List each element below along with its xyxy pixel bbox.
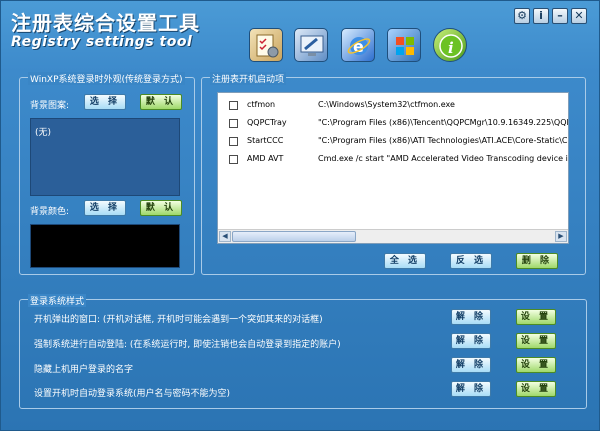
bg-color-select-button[interactable]: 选 择 <box>84 200 126 216</box>
ie-browser-icon[interactable]: e <box>341 28 375 62</box>
startup-name: StartCCC <box>247 136 284 145</box>
bg-color-preview[interactable] <box>30 224 180 268</box>
startup-name: ctfmon <box>247 100 276 109</box>
select-all-button[interactable]: 全 选 <box>384 253 426 269</box>
login-appearance-legend: WinXP系统登录时外观(传统登录方式) <box>28 72 185 85</box>
display-settings-icon[interactable] <box>294 28 328 62</box>
startup-items-group: 注册表开机启动项 ctfmon C:\Windows\System32\ctfm… <box>201 72 586 275</box>
set-button[interactable]: 设 置 <box>516 381 556 397</box>
bg-image-select-button[interactable]: 选 择 <box>84 94 126 110</box>
startup-command: "C:\Program Files (x86)\Tencent\QQPCMgr\… <box>318 118 569 127</box>
startup-list: ctfmon C:\Windows\System32\ctfmon.exe QQ… <box>217 92 569 244</box>
list-item[interactable]: AMD AVT Cmd.exe /c start "AMD Accelerate… <box>218 151 568 169</box>
windows-logo-icon[interactable] <box>387 28 421 62</box>
login-style-group: 登录系统样式 开机弹出的窗口: (开机对话框, 开机时可能会遇到一个突如其来的对… <box>19 294 587 409</box>
login-style-legend: 登录系统样式 <box>28 294 87 307</box>
startup-command: "C:\Program Files (x86)\ATI Technologies… <box>318 136 569 145</box>
delete-button[interactable]: 删 除 <box>516 253 558 269</box>
set-button[interactable]: 设 置 <box>516 333 556 349</box>
close-button[interactable]: ✕ <box>571 8 587 24</box>
login-style-row-label: 开机弹出的窗口: (开机对话框, 开机时可能会遇到一个突如其来的对话框) <box>34 315 323 325</box>
app-subtitle: Registry settings tool <box>11 34 193 50</box>
bg-color-default-button[interactable]: 默 认 <box>140 200 182 216</box>
minimize-button[interactable]: – <box>552 8 568 24</box>
settings-icon[interactable]: ⚙ <box>514 8 530 24</box>
main-window: 注册表综合设置工具 Registry settings tool e i ⚙ i… <box>0 0 600 431</box>
startup-checkbox[interactable] <box>229 119 238 128</box>
startup-checkbox[interactable] <box>229 101 238 110</box>
bg-color-label: 背景颜色: <box>30 207 70 217</box>
startup-command: Cmd.exe /c start "AMD Accelerated Video … <box>318 154 568 163</box>
invert-selection-button[interactable]: 反 选 <box>450 253 492 269</box>
scroll-left-icon[interactable]: ◀ <box>219 231 231 242</box>
bg-image-label: 背景图案: <box>30 101 70 111</box>
bg-image-default-button[interactable]: 默 认 <box>140 94 182 110</box>
unlock-button[interactable]: 解 除 <box>451 333 491 349</box>
login-style-row-label: 隐藏上机用户登录的名字 <box>34 365 134 375</box>
startup-checkbox[interactable] <box>229 137 238 146</box>
login-style-row-label: 强制系统进行自动登陆: (在系统运行时, 即使注销也会自动登录到指定的账户) <box>34 340 341 350</box>
startup-checkbox[interactable] <box>229 155 238 164</box>
list-item[interactable]: StartCCC "C:\Program Files (x86)\ATI Tec… <box>218 133 568 151</box>
horizontal-scrollbar[interactable]: ◀ ▶ <box>218 229 568 243</box>
startup-name: QQPCTray <box>247 118 287 127</box>
list-item[interactable]: QQPCTray "C:\Program Files (x86)\Tencent… <box>218 115 568 133</box>
set-button[interactable]: 设 置 <box>516 309 556 325</box>
list-item[interactable]: ctfmon C:\Windows\System32\ctfmon.exe <box>218 97 568 115</box>
unlock-button[interactable]: 解 除 <box>451 309 491 325</box>
startup-items-legend: 注册表开机启动项 <box>210 72 287 85</box>
set-button[interactable]: 设 置 <box>516 357 556 373</box>
bg-image-preview: (无) <box>30 118 180 196</box>
app-title: 注册表综合设置工具 <box>11 11 200 35</box>
startup-command: C:\Windows\System32\ctfmon.exe <box>318 100 455 109</box>
scroll-right-icon[interactable]: ▶ <box>555 231 567 242</box>
login-style-row-label: 设置开机时自动登录系统(用户名与密码不能为空) <box>34 389 231 399</box>
unlock-button[interactable]: 解 除 <box>451 381 491 397</box>
svg-text:i: i <box>448 39 454 57</box>
checklist-icon[interactable] <box>249 28 283 62</box>
unlock-button[interactable]: 解 除 <box>451 357 491 373</box>
about-icon[interactable]: i <box>533 8 549 24</box>
login-appearance-group: WinXP系统登录时外观(传统登录方式) 背景图案: 选 择 默 认 (无) 背… <box>19 72 195 275</box>
info-icon[interactable]: i <box>433 28 467 62</box>
scroll-thumb[interactable] <box>232 231 356 242</box>
startup-name: AMD AVT <box>247 154 284 163</box>
bg-image-value: (无) <box>35 128 52 138</box>
